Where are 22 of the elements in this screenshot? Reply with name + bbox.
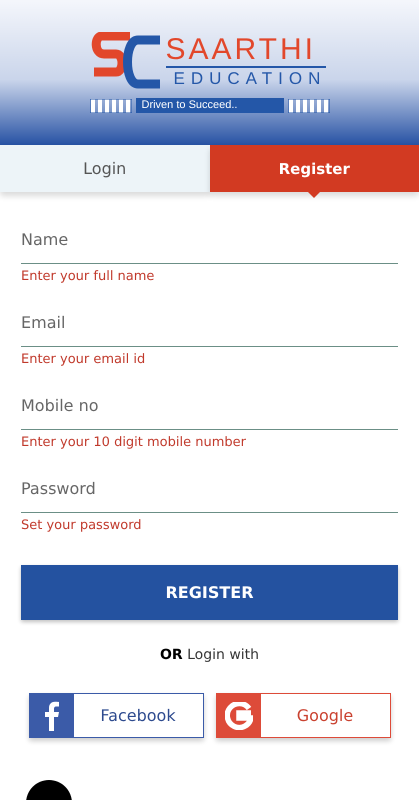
input-field[interactable]: Password (21, 471, 398, 513)
stripes-icon (288, 98, 330, 112)
logo-name: SAARTHI (166, 34, 326, 68)
register-button[interactable]: REGISTER (21, 565, 398, 620)
tab[interactable]: Login (0, 145, 210, 192)
field-hint: Enter your 10 digit mobile number (21, 435, 247, 450)
logo-tagline: Driven to Succeed.. (136, 98, 284, 113)
tab-pointer-icon (308, 192, 320, 198)
google-icon (224, 702, 252, 730)
login-with-text: OR Login with (160, 647, 260, 663)
logo-subtitle: EDUCATION (174, 68, 326, 90)
field-hint: Enter your email id (21, 352, 146, 367)
field-hint: Enter your full name (21, 269, 156, 284)
social-login-button[interactable]: Facebook (28, 693, 204, 738)
field-hint: Set your password (21, 518, 143, 533)
stripes-icon (90, 98, 132, 112)
facebook-icon (44, 700, 58, 730)
input-field[interactable]: Mobile no (21, 388, 398, 430)
social-login-button[interactable]: Google (216, 693, 390, 738)
tab[interactable]: Register (210, 145, 419, 192)
input-field[interactable]: Email (21, 305, 398, 347)
input-field[interactable]: Name (21, 222, 398, 264)
